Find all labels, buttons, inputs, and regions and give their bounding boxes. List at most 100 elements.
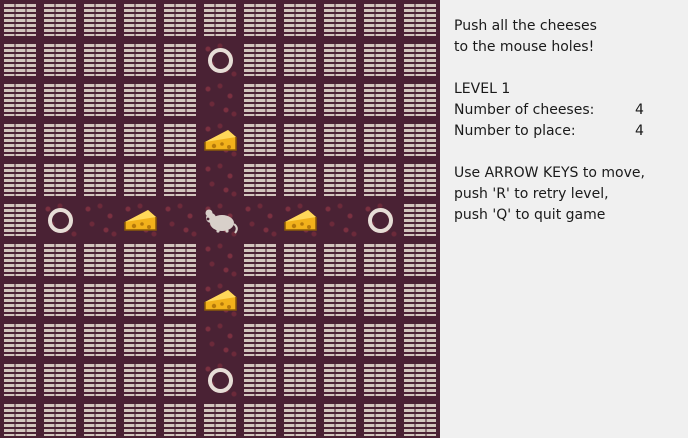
wall-tile: [400, 320, 440, 360]
wall-tile: [400, 120, 440, 160]
wall-tile: [360, 120, 400, 160]
wall-tile: [320, 360, 360, 400]
instruction-retry: push 'R' to retry level,: [454, 186, 609, 202]
wall-tile: [280, 280, 320, 320]
floor-tile: [200, 320, 240, 360]
floor-tile: [120, 200, 160, 240]
wall-tile: [40, 400, 80, 438]
info-panel: Push all the cheeses to the mouse holes!…: [454, 16, 674, 226]
wall-tile: [160, 40, 200, 80]
wall-tile: [280, 240, 320, 280]
wall-tile: [200, 400, 240, 438]
wall-tile: [400, 40, 440, 80]
level-label: LEVEL 1: [454, 81, 511, 97]
wall-tile: [40, 80, 80, 120]
wall-tile: [280, 400, 320, 438]
wall-tile: [400, 280, 440, 320]
wall-tile: [280, 160, 320, 200]
wall-tile: [120, 280, 160, 320]
wall-tile: [80, 120, 120, 160]
instruction-title: Push all the cheeses: [454, 18, 597, 34]
wall-tile: [320, 160, 360, 200]
mouse-hole-tile: [40, 200, 80, 240]
wall-tile: [240, 360, 280, 400]
wall-tile: [400, 160, 440, 200]
wall-tile: [40, 120, 80, 160]
wall-tile: [280, 360, 320, 400]
wall-tile: [0, 400, 40, 438]
wall-tile: [360, 400, 400, 438]
wall-tile: [360, 320, 400, 360]
wall-tile: [0, 80, 40, 120]
wall-tile: [80, 360, 120, 400]
wall-tile: [320, 40, 360, 80]
wall-tile: [80, 0, 120, 40]
wall-tile: [0, 280, 40, 320]
wall-tile: [80, 280, 120, 320]
wall-tile: [280, 120, 320, 160]
wall-tile: [280, 80, 320, 120]
mouse-hole-tile: [360, 200, 400, 240]
floor-tile: [80, 200, 120, 240]
wall-tile: [400, 360, 440, 400]
wall-tile: [0, 360, 40, 400]
wall-tile: [240, 320, 280, 360]
to-place-row: Number to place: 4: [454, 121, 674, 142]
wall-tile: [360, 0, 400, 40]
floor-tile: [200, 240, 240, 280]
instruction-move: Use ARROW KEYS to move,: [454, 165, 645, 181]
floor-tile: [200, 120, 240, 160]
instruction-subtitle: to the mouse holes!: [454, 39, 595, 55]
wall-tile: [120, 80, 160, 120]
wall-tile: [40, 360, 80, 400]
wall-tile: [40, 280, 80, 320]
floor-tile: [160, 200, 200, 240]
wall-tile: [80, 320, 120, 360]
wall-tile: [160, 400, 200, 438]
game-board[interactable]: [0, 0, 440, 438]
wall-tile: [400, 200, 440, 240]
wall-tile: [240, 120, 280, 160]
wall-tile: [400, 0, 440, 40]
wall-tile: [360, 280, 400, 320]
floor-tile: [200, 160, 240, 200]
wall-tile: [0, 200, 40, 240]
mouse-hole-tile: [200, 40, 240, 80]
wall-tile: [160, 240, 200, 280]
wall-tile: [320, 240, 360, 280]
floor-tile: [200, 280, 240, 320]
wall-tile: [80, 160, 120, 200]
wall-tile: [40, 240, 80, 280]
instruction-quit: push 'Q' to quit game: [454, 207, 606, 223]
wall-tile: [80, 240, 120, 280]
wall-tile: [80, 40, 120, 80]
floor-tile: [320, 200, 360, 240]
wall-tile: [120, 40, 160, 80]
wall-tile: [160, 80, 200, 120]
wall-tile: [320, 280, 360, 320]
wall-tile: [320, 0, 360, 40]
wall-tile: [360, 360, 400, 400]
wall-tile: [120, 320, 160, 360]
wall-tile: [40, 0, 80, 40]
wall-tile: [120, 0, 160, 40]
wall-tile: [160, 0, 200, 40]
wall-tile: [120, 360, 160, 400]
wall-tile: [360, 240, 400, 280]
wall-tile: [80, 80, 120, 120]
wall-tile: [280, 320, 320, 360]
wall-tile: [240, 160, 280, 200]
wall-tile: [160, 280, 200, 320]
cheese-count-row: Number of cheeses: 4: [454, 100, 674, 121]
wall-tile: [360, 40, 400, 80]
wall-tile: [240, 280, 280, 320]
wall-tile: [240, 400, 280, 438]
wall-tile: [400, 80, 440, 120]
wall-tile: [160, 360, 200, 400]
wall-tile: [0, 120, 40, 160]
wall-tile: [0, 0, 40, 40]
wall-tile: [120, 240, 160, 280]
wall-tile: [120, 400, 160, 438]
wall-tile: [360, 160, 400, 200]
wall-tile: [240, 80, 280, 120]
